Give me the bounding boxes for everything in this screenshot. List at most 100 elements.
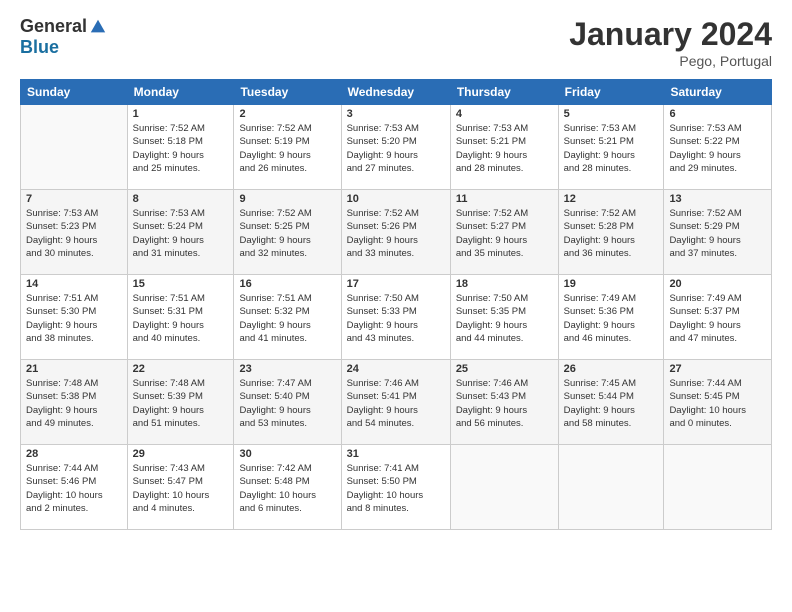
- calendar-cell: 27 Sunrise: 7:44 AM Sunset: 5:45 PM Dayli…: [664, 360, 772, 445]
- day-info: Sunrise: 7:49 AM Sunset: 5:36 PM Dayligh…: [564, 292, 659, 345]
- logo: General Blue: [20, 16, 107, 58]
- day-info: Sunrise: 7:44 AM Sunset: 5:45 PM Dayligh…: [669, 377, 766, 430]
- day-number: 6: [669, 108, 766, 120]
- day-info: Sunrise: 7:53 AM Sunset: 5:24 PM Dayligh…: [133, 207, 229, 260]
- calendar-cell: 25 Sunrise: 7:46 AM Sunset: 5:43 PM Dayli…: [450, 360, 558, 445]
- day-info: Sunrise: 7:53 AM Sunset: 5:22 PM Dayligh…: [669, 122, 766, 175]
- day-number: 17: [347, 278, 445, 290]
- calendar-cell: 20Sunrise: 7:49 AM Sunset: 5:37 PM Dayli…: [664, 275, 772, 360]
- calendar-cell: 9 Sunrise: 7:52 AM Sunset: 5:25 PM Daylig…: [234, 190, 341, 275]
- calendar-cell: 1 Sunrise: 7:52 AM Sunset: 5:18 PM Daylig…: [127, 105, 234, 190]
- day-number: 4: [456, 108, 553, 120]
- calendar-cell: [450, 445, 558, 530]
- day-number: 26: [564, 363, 659, 375]
- calendar-row-4: 21 Sunrise: 7:48 AM Sunset: 5:38 PM Dayli…: [21, 360, 772, 445]
- calendar-cell: 14 Sunrise: 7:51 AM Sunset: 5:30 PM Dayli…: [21, 275, 128, 360]
- day-number: 13: [669, 193, 766, 205]
- calendar-cell: 24Sunrise: 7:46 AM Sunset: 5:41 PM Dayli…: [341, 360, 450, 445]
- day-info: Sunrise: 7:53 AM Sunset: 5:20 PM Dayligh…: [347, 122, 445, 175]
- day-number: 15: [133, 278, 229, 290]
- day-info: Sunrise: 7:46 AM Sunset: 5:41 PM Dayligh…: [347, 377, 445, 430]
- calendar-cell: 21 Sunrise: 7:48 AM Sunset: 5:38 PM Dayli…: [21, 360, 128, 445]
- day-info: Sunrise: 7:48 AM Sunset: 5:38 PM Dayligh…: [26, 377, 122, 430]
- calendar-table: Sunday Monday Tuesday Wednesday Thursday…: [20, 79, 772, 530]
- day-number: 14: [26, 278, 122, 290]
- day-info: Sunrise: 7:43 AM Sunset: 5:47 PM Dayligh…: [133, 462, 229, 515]
- day-number: 22: [133, 363, 229, 375]
- day-info: Sunrise: 7:46 AM Sunset: 5:43 PM Dayligh…: [456, 377, 553, 430]
- logo-blue-text: Blue: [20, 37, 59, 58]
- day-number: 27: [669, 363, 766, 375]
- col-sunday: Sunday: [21, 80, 128, 105]
- day-info: Sunrise: 7:50 AM Sunset: 5:35 PM Dayligh…: [456, 292, 553, 345]
- day-number: 31: [347, 448, 445, 460]
- day-number: 2: [239, 108, 335, 120]
- day-number: 9: [239, 193, 335, 205]
- calendar-cell: 3 Sunrise: 7:53 AM Sunset: 5:20 PM Daylig…: [341, 105, 450, 190]
- col-tuesday: Tuesday: [234, 80, 341, 105]
- col-friday: Friday: [558, 80, 664, 105]
- col-monday: Monday: [127, 80, 234, 105]
- day-info: Sunrise: 7:51 AM Sunset: 5:30 PM Dayligh…: [26, 292, 122, 345]
- day-number: 11: [456, 193, 553, 205]
- day-number: 30: [239, 448, 335, 460]
- day-info: Sunrise: 7:52 AM Sunset: 5:19 PM Dayligh…: [239, 122, 335, 175]
- calendar-cell: 26Sunrise: 7:45 AM Sunset: 5:44 PM Dayli…: [558, 360, 664, 445]
- header: General Blue January 2024 Pego, Portugal: [20, 16, 772, 69]
- day-info: Sunrise: 7:52 AM Sunset: 5:18 PM Dayligh…: [133, 122, 229, 175]
- day-number: 21: [26, 363, 122, 375]
- day-info: Sunrise: 7:52 AM Sunset: 5:25 PM Dayligh…: [239, 207, 335, 260]
- day-info: Sunrise: 7:44 AM Sunset: 5:46 PM Dayligh…: [26, 462, 122, 515]
- day-info: Sunrise: 7:48 AM Sunset: 5:39 PM Dayligh…: [133, 377, 229, 430]
- day-number: 5: [564, 108, 659, 120]
- day-info: Sunrise: 7:52 AM Sunset: 5:26 PM Dayligh…: [347, 207, 445, 260]
- calendar-row-5: 28 Sunrise: 7:44 AM Sunset: 5:46 PM Dayli…: [21, 445, 772, 530]
- day-number: 7: [26, 193, 122, 205]
- day-number: 1: [133, 108, 229, 120]
- day-number: 28: [26, 448, 122, 460]
- calendar-row-3: 14 Sunrise: 7:51 AM Sunset: 5:30 PM Dayli…: [21, 275, 772, 360]
- day-number: 3: [347, 108, 445, 120]
- calendar-cell: 19 Sunrise: 7:49 AM Sunset: 5:36 PM Dayli…: [558, 275, 664, 360]
- calendar-cell: 5 Sunrise: 7:53 AM Sunset: 5:21 PM Daylig…: [558, 105, 664, 190]
- day-info: Sunrise: 7:42 AM Sunset: 5:48 PM Dayligh…: [239, 462, 335, 515]
- month-title: January 2024: [569, 16, 772, 53]
- calendar-cell: 29 Sunrise: 7:43 AM Sunset: 5:47 PM Dayli…: [127, 445, 234, 530]
- day-info: Sunrise: 7:53 AM Sunset: 5:23 PM Dayligh…: [26, 207, 122, 260]
- day-number: 8: [133, 193, 229, 205]
- calendar-cell: 13 Sunrise: 7:52 AM Sunset: 5:29 PM Dayli…: [664, 190, 772, 275]
- calendar-cell: 2 Sunrise: 7:52 AM Sunset: 5:19 PM Daylig…: [234, 105, 341, 190]
- calendar-cell: 7 Sunrise: 7:53 AM Sunset: 5:23 PM Daylig…: [21, 190, 128, 275]
- calendar-cell: 6 Sunrise: 7:53 AM Sunset: 5:22 PM Daylig…: [664, 105, 772, 190]
- calendar-cell: [21, 105, 128, 190]
- day-number: 10: [347, 193, 445, 205]
- calendar-cell: 17 Sunrise: 7:50 AM Sunset: 5:33 PM Dayli…: [341, 275, 450, 360]
- calendar-cell: 4Sunrise: 7:53 AM Sunset: 5:21 PM Daylig…: [450, 105, 558, 190]
- logo-icon: [89, 18, 107, 36]
- day-number: 29: [133, 448, 229, 460]
- calendar-cell: 31Sunrise: 7:41 AM Sunset: 5:50 PM Dayli…: [341, 445, 450, 530]
- day-info: Sunrise: 7:51 AM Sunset: 5:32 PM Dayligh…: [239, 292, 335, 345]
- day-info: Sunrise: 7:52 AM Sunset: 5:29 PM Dayligh…: [669, 207, 766, 260]
- calendar-header-row: Sunday Monday Tuesday Wednesday Thursday…: [21, 80, 772, 105]
- day-info: Sunrise: 7:52 AM Sunset: 5:28 PM Dayligh…: [564, 207, 659, 260]
- calendar-row-1: 1 Sunrise: 7:52 AM Sunset: 5:18 PM Daylig…: [21, 105, 772, 190]
- calendar-cell: 11 Sunrise: 7:52 AM Sunset: 5:27 PM Dayli…: [450, 190, 558, 275]
- location: Pego, Portugal: [569, 53, 772, 69]
- day-number: 19: [564, 278, 659, 290]
- calendar-cell: 12Sunrise: 7:52 AM Sunset: 5:28 PM Dayli…: [558, 190, 664, 275]
- day-info: Sunrise: 7:53 AM Sunset: 5:21 PM Dayligh…: [564, 122, 659, 175]
- day-info: Sunrise: 7:47 AM Sunset: 5:40 PM Dayligh…: [239, 377, 335, 430]
- logo-general-text: General: [20, 16, 87, 37]
- calendar-cell: [558, 445, 664, 530]
- day-number: 18: [456, 278, 553, 290]
- day-number: 25: [456, 363, 553, 375]
- day-info: Sunrise: 7:50 AM Sunset: 5:33 PM Dayligh…: [347, 292, 445, 345]
- day-number: 20: [669, 278, 766, 290]
- calendar-cell: 15Sunrise: 7:51 AM Sunset: 5:31 PM Dayli…: [127, 275, 234, 360]
- calendar-cell: [664, 445, 772, 530]
- calendar-cell: 10 Sunrise: 7:52 AM Sunset: 5:26 PM Dayli…: [341, 190, 450, 275]
- calendar-cell: 23Sunrise: 7:47 AM Sunset: 5:40 PM Dayli…: [234, 360, 341, 445]
- page: General Blue January 2024 Pego, Portugal…: [0, 0, 792, 540]
- day-info: Sunrise: 7:52 AM Sunset: 5:27 PM Dayligh…: [456, 207, 553, 260]
